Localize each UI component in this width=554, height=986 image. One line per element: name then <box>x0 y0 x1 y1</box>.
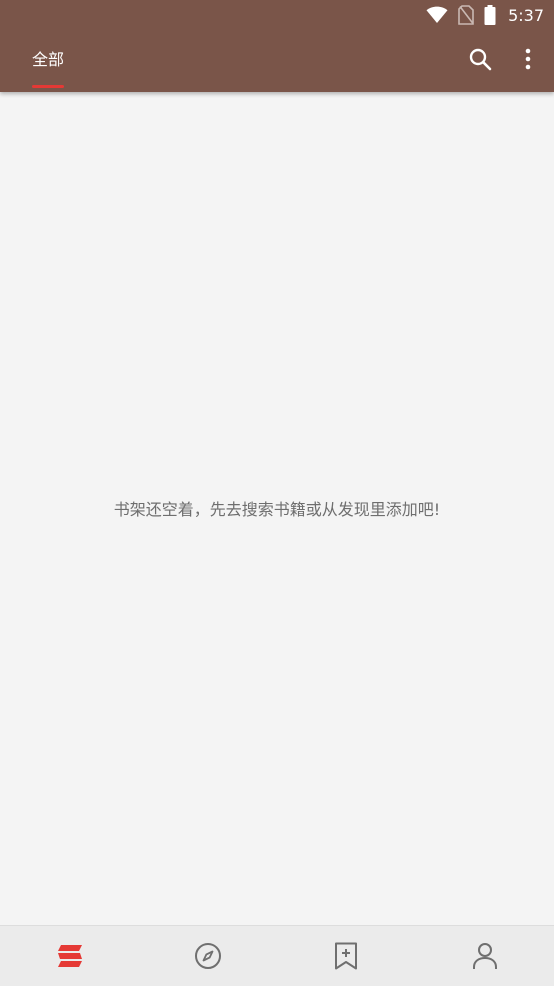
bookmark-add-icon <box>334 942 358 970</box>
search-icon <box>468 47 492 75</box>
app-screen: 5:37 全部 书架还空着，先去搜索书籍或从发现里添加吧! <box>0 0 554 986</box>
status-icons: 5:37 <box>426 4 544 26</box>
app-bar: 5:37 全部 <box>0 0 554 92</box>
status-bar: 5:37 <box>0 0 554 28</box>
tab-indicator <box>32 85 64 88</box>
more-vert-icon <box>524 48 532 74</box>
status-time: 5:37 <box>508 5 544 25</box>
no-sim-icon <box>458 5 474 25</box>
empty-bookshelf-message: 书架还空着，先去搜索书籍或从发现里添加吧! <box>113 500 441 519</box>
nav-bookmark[interactable] <box>277 926 416 986</box>
battery-icon <box>484 5 496 25</box>
nav-discover[interactable] <box>139 926 278 986</box>
nav-bookshelf[interactable] <box>0 926 139 986</box>
person-icon <box>472 942 498 970</box>
tab-all[interactable]: 全部 <box>20 40 76 92</box>
nav-profile[interactable] <box>416 926 554 986</box>
more-options-button[interactable] <box>511 44 545 78</box>
compass-icon <box>194 942 222 970</box>
wifi-icon <box>426 6 448 24</box>
bottom-navigation <box>0 925 554 986</box>
search-button[interactable] <box>463 44 497 78</box>
tab-all-label: 全部 <box>31 50 64 69</box>
bookshelf-icon <box>55 944 83 968</box>
